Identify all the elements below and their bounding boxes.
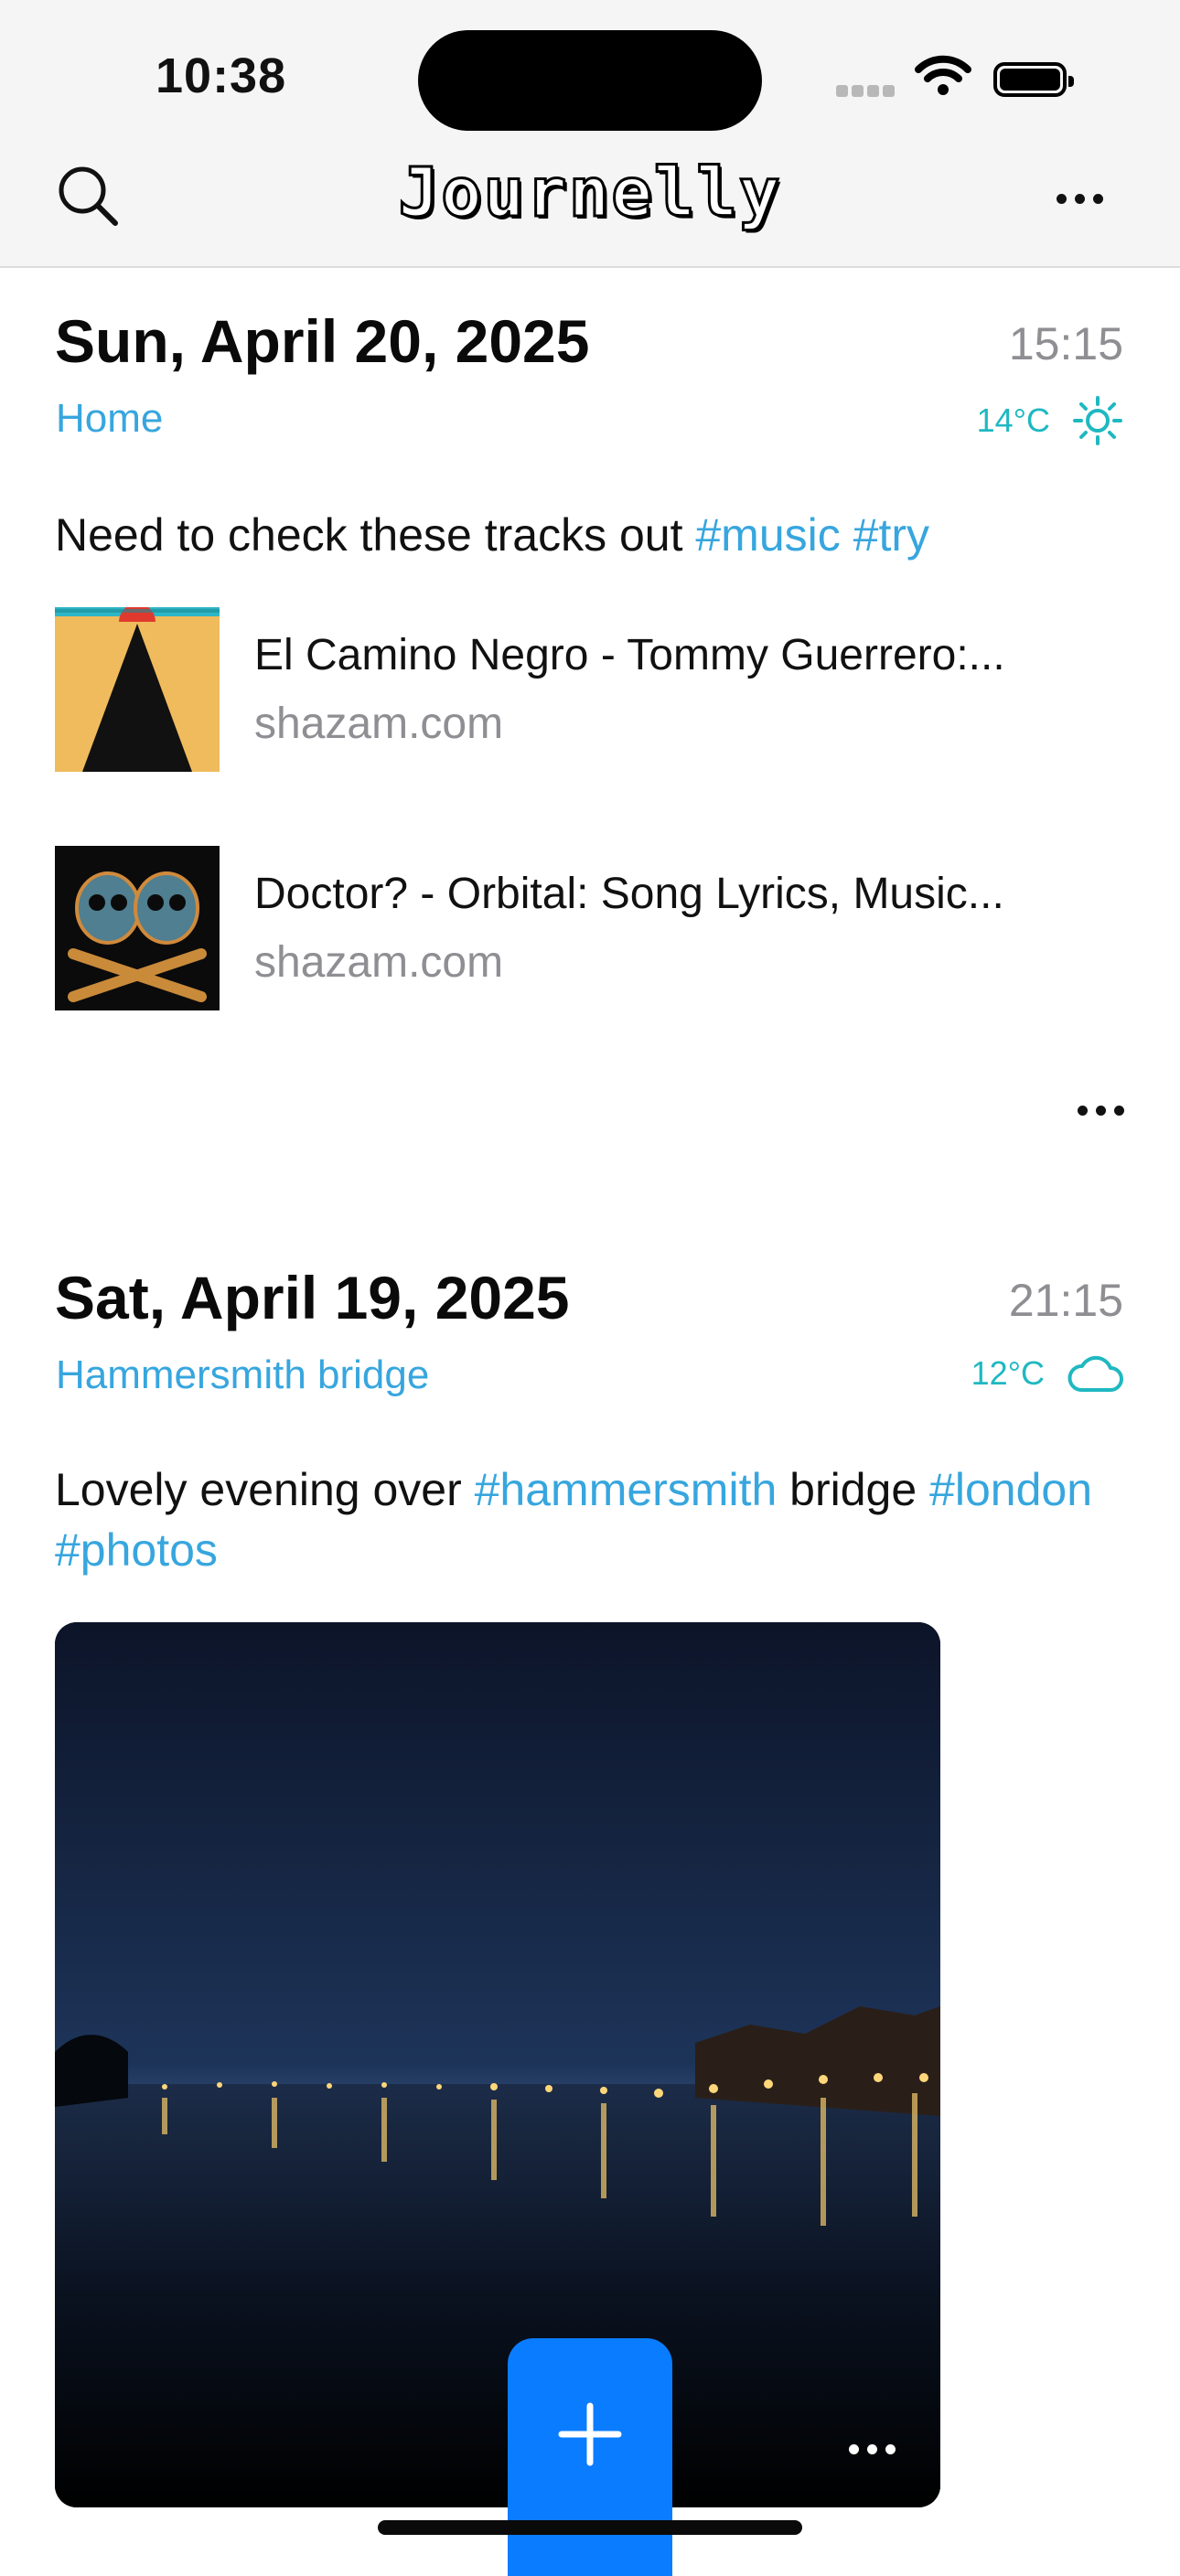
weather-temperature: 14°C (976, 401, 1050, 439)
hashtag-music[interactable]: #music (695, 509, 840, 561)
weather-info: 14°C (977, 395, 1123, 446)
hashtag-try[interactable]: #try (853, 509, 929, 561)
cloud-icon (1067, 1355, 1123, 1392)
link-preview[interactable]: Doctor? - Orbital: Song Lyrics, Music...… (55, 846, 1125, 1010)
entry-more-button[interactable] (1078, 1104, 1132, 1120)
hashtag-photos[interactable]: #photos (55, 1524, 218, 1576)
entry-date: Sat, April 19, 2025 (55, 1264, 570, 1331)
entry-photo[interactable] (55, 1622, 940, 2507)
album-art-thumbnail (55, 846, 220, 1010)
hashtag-hammersmith[interactable]: #hammersmith (475, 1464, 778, 1515)
entry-text: Lovely evening over #hammersmith bridge … (55, 1464, 1093, 1576)
search-button[interactable] (57, 165, 121, 229)
link-domain: shazam.com (254, 700, 504, 748)
link-domain: shazam.com (254, 938, 504, 987)
entry-location[interactable]: Hammersmith bridge (56, 1352, 429, 1398)
home-indicator (378, 2520, 802, 2535)
status-time: 10:38 (156, 48, 287, 103)
entry-time: 15:15 (1008, 318, 1123, 369)
sun-icon (1073, 396, 1122, 445)
weather-temperature: 12°C (971, 1354, 1045, 1392)
plus-icon (558, 2402, 622, 2466)
entry-text: Need to check these tracks out #music #t… (55, 509, 930, 561)
app-title: Journelly (397, 153, 782, 234)
search-icon (59, 166, 118, 226)
entry-time: 21:15 (1008, 1275, 1123, 1326)
cellular-signal-icon (836, 85, 898, 102)
entry-location[interactable]: Home (56, 396, 163, 442)
link-preview[interactable]: El Camino Negro - Tommy Guerrero:... sha… (55, 607, 1125, 772)
entry-date: Sun, April 20, 2025 (55, 307, 590, 375)
hashtag-london[interactable]: #london (929, 1464, 1092, 1515)
link-title: Doctor? - Orbital: Song Lyrics, Music... (254, 870, 1004, 918)
new-entry-button[interactable] (508, 2338, 672, 2576)
photo-more-button[interactable] (849, 2442, 904, 2459)
more-options-button[interactable] (1057, 192, 1111, 208)
battery-icon (993, 62, 1074, 97)
album-art-thumbnail (55, 607, 220, 772)
wifi-icon (915, 55, 971, 102)
link-title: El Camino Negro - Tommy Guerrero:... (254, 631, 1005, 679)
weather-info: 12°C (971, 1352, 1123, 1395)
dynamic-island (418, 30, 762, 131)
